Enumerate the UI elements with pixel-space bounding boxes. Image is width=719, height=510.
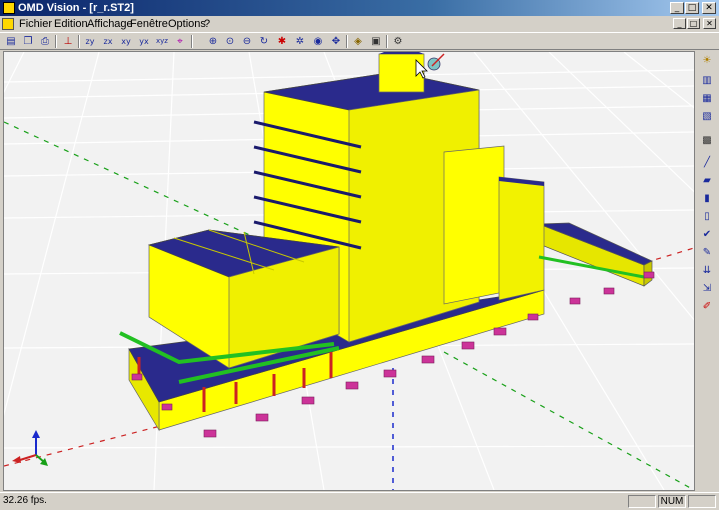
status-panel-empty	[628, 495, 656, 508]
zoom-out-icon[interactable]: ⊖	[239, 34, 255, 49]
status-bar: 32.26 fps. NUM	[0, 492, 719, 510]
menu-bar: Fichier Edition Affichage Fenêtre Option…	[0, 16, 719, 32]
orbit-icon[interactable]: ✲	[292, 34, 308, 49]
view-zx-icon[interactable]: zx	[100, 34, 116, 49]
check-icon[interactable]: ✔	[699, 227, 715, 243]
layers-stack-icon[interactable]: ▦	[699, 91, 715, 107]
view-zy-icon[interactable]: zy	[82, 34, 98, 49]
fps-counter: 32.26 fps.	[3, 495, 47, 506]
axis-y-line-front	[443, 351, 694, 490]
menu-affichage[interactable]: Affichage	[87, 17, 133, 31]
toolbar-separator	[78, 35, 80, 48]
title-bar: OMD Vision - [r_r.ST2] _ □ ✕	[0, 0, 719, 16]
zoom-window-icon[interactable]: ⊕	[205, 34, 221, 49]
print-icon[interactable]: ⎙	[37, 34, 53, 49]
eye-icon[interactable]: ◉	[310, 34, 326, 49]
app-icon	[3, 2, 15, 14]
menu-fenetre[interactable]: Fenêtre	[130, 17, 168, 31]
select-icon[interactable]: ✱	[274, 34, 290, 49]
toolbar-separator	[346, 35, 348, 48]
menu-help[interactable]: ?	[204, 17, 210, 31]
right-step-block	[443, 145, 505, 305]
axis-y-line	[4, 121, 255, 238]
window-title: OMD Vision - [r_r.ST2]	[18, 2, 134, 14]
main-toolbar: ▤ ❐ ⎙ ⊥ zy zx xy yx xyz ⌖ ⊕ ⊙ ⊖ ↻ ✱ ✲ ◉ …	[0, 32, 719, 50]
right-step-block-2	[498, 176, 545, 301]
menu-fichier[interactable]: Fichier	[19, 17, 52, 31]
draw-icon[interactable]: ✎	[699, 245, 715, 261]
side-toolbar: ☀ ▥ ▦ ▧ ▩ ╱ ▰ ▮ ▯ ✔ ✎ ⇊ ⇲ ✐	[697, 51, 717, 321]
toolbar-separator	[191, 35, 193, 48]
structure-scene[interactable]	[4, 52, 694, 490]
rotate-icon[interactable]: ↻	[256, 34, 272, 49]
move-icon[interactable]: ⇲	[699, 281, 715, 297]
maximize-button[interactable]: □	[685, 2, 699, 14]
toolbar-separator	[386, 35, 388, 48]
beam-icon[interactable]: ╱	[699, 155, 715, 171]
minimize-button[interactable]: _	[670, 2, 684, 14]
grid-icon[interactable]: ▩	[699, 133, 715, 149]
zoom-icon[interactable]: ⊙	[222, 34, 238, 49]
document-icon[interactable]	[2, 18, 14, 30]
close-button[interactable]: ✕	[702, 2, 716, 14]
copy-icon[interactable]: ❐	[20, 34, 36, 49]
camera-icon[interactable]: ▣	[368, 34, 384, 49]
child-close-button[interactable]: ✕	[703, 18, 716, 29]
view-yx-icon[interactable]: yx	[136, 34, 152, 49]
wall-icon[interactable]: ▯	[699, 209, 715, 225]
view-xy-icon[interactable]: xy	[118, 34, 134, 49]
open-icon[interactable]: ▤	[3, 34, 19, 49]
child-restore-button[interactable]: □	[687, 18, 700, 29]
slab-icon[interactable]: ▰	[699, 173, 715, 189]
layers-icon[interactable]: ▥	[699, 73, 715, 89]
load-icon[interactable]: ⇊	[699, 263, 715, 279]
menu-edition[interactable]: Edition	[54, 17, 88, 31]
edit-icon[interactable]: ✐	[699, 299, 715, 315]
status-panel-empty-2	[688, 495, 716, 508]
num-lock-indicator: NUM	[658, 495, 686, 508]
child-minimize-button[interactable]: _	[673, 18, 686, 29]
menu-options[interactable]: Options	[168, 17, 206, 31]
lamp-icon[interactable]: ☀	[699, 53, 715, 69]
pan-icon[interactable]: ✥	[328, 34, 344, 49]
3d-viewport[interactable]	[3, 51, 695, 491]
section-icon[interactable]: ▧	[699, 109, 715, 125]
view-persp-icon[interactable]: ⌖	[172, 34, 188, 49]
axis-icon[interactable]: ⊥	[60, 34, 76, 49]
view-iso-icon[interactable]: xyz	[154, 34, 170, 49]
render-icon[interactable]: ◈	[350, 34, 366, 49]
settings-icon[interactable]: ⚙	[390, 34, 406, 49]
column-icon[interactable]: ▮	[699, 191, 715, 207]
toolbar-separator	[55, 35, 57, 48]
